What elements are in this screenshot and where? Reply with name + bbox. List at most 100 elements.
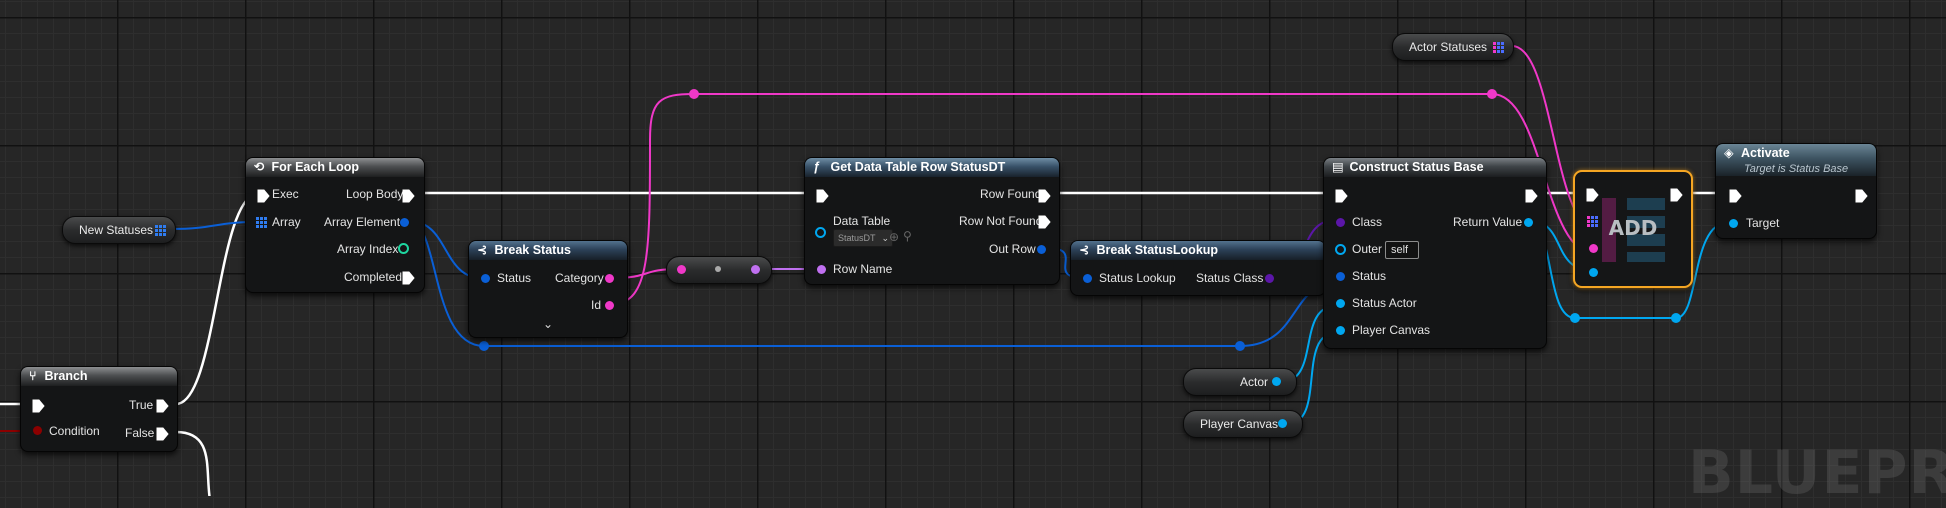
break-status-title: Break Status (494, 243, 571, 257)
browse-asset-icon[interactable]: ⚲ (903, 229, 912, 243)
get-row-data-table-label: Data Table (833, 214, 891, 228)
exec-wire (175, 430, 211, 496)
add-key-pin[interactable] (1589, 244, 1598, 253)
break-status-id-pin[interactable] (605, 301, 614, 310)
function-icon: ƒ (813, 160, 820, 174)
reroute-knot[interactable] (479, 341, 489, 351)
construct-status-base-title: Construct Status Base (1349, 160, 1484, 174)
actor-label: Actor (1240, 375, 1269, 389)
construct-return-value-label: Return Value (1453, 215, 1523, 229)
break-status-status-label: Status (497, 271, 532, 285)
activate-target-pin[interactable] (1729, 219, 1738, 228)
add-array-shape (1627, 252, 1665, 262)
add-array-shape (1627, 198, 1665, 210)
array-pin-icon[interactable] (155, 225, 166, 236)
construct-class-label: Class (1352, 215, 1383, 229)
reroute-knot[interactable] (1235, 341, 1245, 351)
for-each-loop-body-label: Loop Body (346, 187, 404, 201)
conversion-input-pin[interactable] (677, 265, 686, 274)
branch-condition-pin[interactable] (33, 426, 42, 435)
construct-return-value-pin[interactable] (1524, 218, 1533, 227)
for-each-array-index-pin[interactable] (398, 243, 409, 254)
construct-outer-label: Outer (1352, 242, 1383, 256)
construct-player-canvas-pin[interactable] (1336, 326, 1345, 335)
branch-false-label: False (125, 426, 155, 440)
break-status-node[interactable]: ⊰ Break Status Status Category Id ⌄ (468, 240, 628, 338)
data-table-select[interactable]: StatusDT ⌄ (833, 229, 893, 247)
get-row-row-not-found-label: Row Not Found (959, 214, 1043, 228)
get-row-row-name-pin[interactable] (817, 265, 826, 274)
for-each-array-element-label: Array Element (324, 215, 401, 229)
for-each-loop-header: ⟲ For Each Loop (246, 158, 424, 177)
break-status-lookup-status-lookup-label: Status Lookup (1099, 271, 1176, 285)
actor-output-pin[interactable] (1272, 377, 1281, 386)
break-status-lookup-input-pin[interactable] (1083, 274, 1092, 283)
construct-status-actor-pin[interactable] (1336, 299, 1345, 308)
outer-field[interactable]: self (1385, 241, 1419, 259)
conversion-node[interactable] (666, 256, 772, 284)
construct-player-canvas-label: Player Canvas (1352, 323, 1431, 337)
for-each-loop-title: For Each Loop (271, 160, 359, 174)
break-status-header: ⊰ Break Status (469, 241, 627, 260)
break-status-lookup-status-class-label: Status Class (1196, 271, 1264, 285)
get-row-row-name-label: Row Name (833, 262, 893, 276)
player-canvas-variable[interactable]: Player Canvas (1183, 410, 1303, 438)
array-pin-icon[interactable] (1587, 216, 1598, 227)
reroute-knot[interactable] (689, 89, 699, 99)
break-struct-icon: ⊰ (477, 243, 488, 257)
player-canvas-output-pin[interactable] (1278, 419, 1287, 428)
activate-target-label: Target (1746, 216, 1780, 230)
construct-class-pin[interactable] (1336, 218, 1345, 227)
activate-subtitle: Target is Status Base (1744, 163, 1849, 175)
conversion-output-pin[interactable] (751, 265, 760, 274)
break-status-category-pin[interactable] (605, 274, 614, 283)
reroute-knot[interactable] (1487, 89, 1497, 99)
for-each-exec-label: Exec (272, 187, 299, 201)
break-status-lookup-status-class-pin[interactable] (1265, 274, 1274, 283)
construct-outer-pin[interactable] (1335, 244, 1346, 255)
branch-node[interactable]: ⑂ Branch True Condition False (20, 366, 178, 452)
construct-status-pin[interactable] (1336, 272, 1345, 281)
loop-icon: ⟲ (254, 160, 265, 174)
activate-node[interactable]: ◈ Activate Target is Status Base Target (1715, 143, 1877, 239)
array-pin-icon[interactable] (1493, 42, 1504, 53)
construct-status-actor-label: Status Actor (1352, 296, 1417, 310)
construct-status-base-node[interactable]: ▤ Construct Status Base Class Return Val… (1323, 157, 1547, 349)
construct-status-label: Status (1352, 269, 1387, 283)
activate-title: Activate (1741, 146, 1790, 160)
branch-icon: ⑂ (29, 369, 37, 383)
for-each-array-label: Array (272, 215, 301, 229)
array-pin-icon[interactable] (256, 217, 267, 228)
event-diamond-icon: ◈ (1724, 146, 1734, 160)
use-selected-asset-icon[interactable]: ⊕ (889, 230, 899, 244)
reroute-knot[interactable] (1671, 313, 1681, 323)
break-status-lookup-node[interactable]: ⊰ Break StatusLookup Status Lookup Statu… (1070, 240, 1326, 296)
player-canvas-label: Player Canvas (1200, 417, 1279, 431)
construct-icon: ▤ (1332, 160, 1344, 174)
branch-true-label: True (129, 398, 154, 412)
add-node[interactable]: ADD (1573, 170, 1693, 288)
get-data-table-row-header: ƒ Get Data Table Row StatusDT (805, 158, 1059, 177)
reroute-knot[interactable] (1570, 313, 1580, 323)
for-each-loop-node[interactable]: ⟲ For Each Loop Exec Loop Body Array Arr… (245, 157, 425, 293)
construct-status-base-header: ▤ Construct Status Base (1324, 158, 1546, 177)
branch-header: ⑂ Branch (21, 367, 177, 386)
actor-statuses-variable[interactable]: Actor Statuses (1392, 33, 1514, 61)
data-table-select-value: StatusDT (838, 233, 876, 243)
add-value-pin[interactable] (1589, 268, 1598, 277)
branch-title: Branch (44, 369, 88, 383)
break-status-lookup-title: Break StatusLookup (1096, 243, 1219, 257)
get-row-out-row-pin[interactable] (1037, 245, 1046, 254)
actor-variable[interactable]: Actor (1183, 368, 1297, 396)
get-row-data-table-pin[interactable] (815, 227, 826, 238)
get-data-table-row-node[interactable]: ƒ Get Data Table Row StatusDT Row Found … (804, 157, 1060, 285)
break-status-category-label: Category (555, 271, 604, 285)
get-data-table-row-title: Get Data Table Row StatusDT (830, 160, 1006, 174)
break-status-input-pin[interactable] (481, 274, 490, 283)
new-statuses-variable[interactable]: New Statuses (62, 216, 176, 244)
get-row-row-found-label: Row Found (980, 187, 1042, 201)
break-status-id-label: Id (591, 298, 602, 312)
chevron-down-icon[interactable]: ⌄ (543, 317, 553, 331)
for-each-array-element-pin[interactable] (400, 218, 409, 227)
for-each-array-index-label: Array Index (337, 242, 399, 256)
